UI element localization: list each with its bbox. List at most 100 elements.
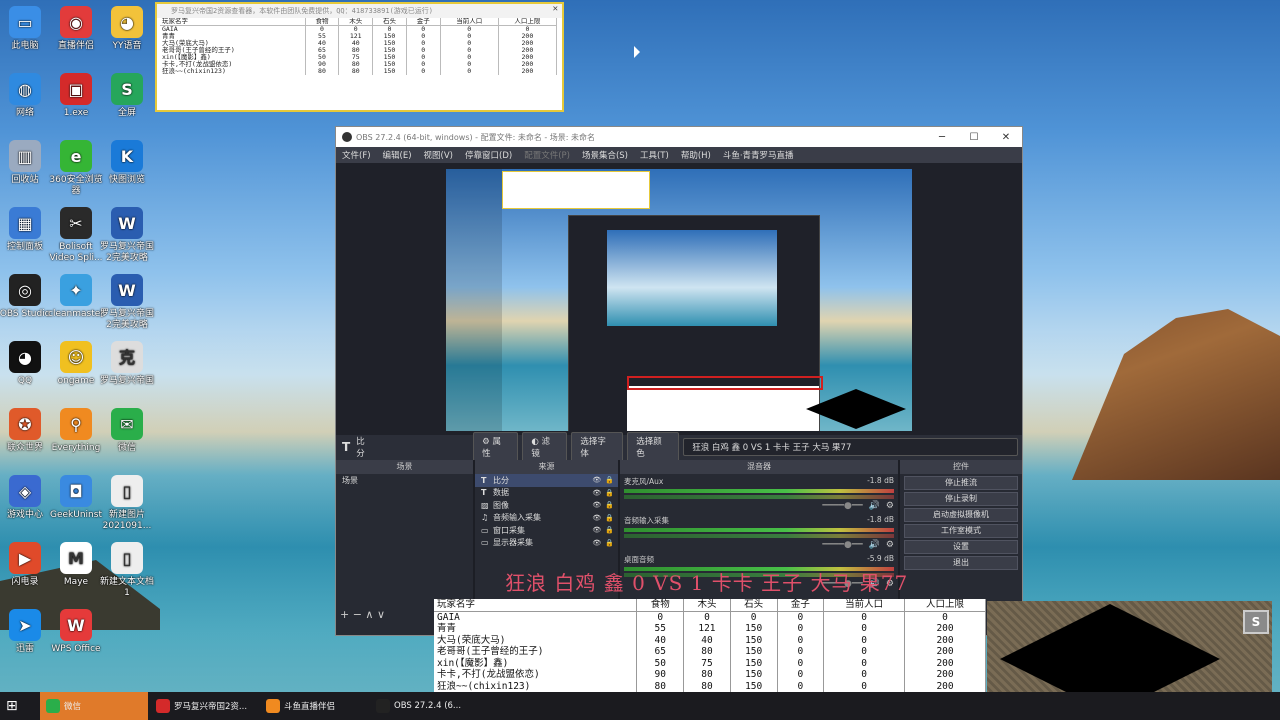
filters-button[interactable]: ◐ 滤镜 bbox=[522, 432, 568, 462]
desktop-icon[interactable]: ◈ 游戏中心 bbox=[0, 475, 54, 521]
lock-icon[interactable]: 🔒 bbox=[605, 514, 614, 522]
menu-item[interactable]: 文件(F) bbox=[336, 149, 377, 161]
menu-item[interactable]: 停靠窗口(D) bbox=[459, 149, 518, 161]
desktop-icon[interactable]: ▥ 回收站 bbox=[0, 140, 54, 186]
lock-icon[interactable]: 🔒 bbox=[605, 476, 614, 484]
eye-icon[interactable]: 👁 bbox=[592, 526, 601, 534]
desktop-icon[interactable]: e 360安全浏览器 bbox=[47, 140, 105, 197]
desktop-icon[interactable]: S 全屏 bbox=[98, 73, 156, 119]
volume-slider[interactable]: ━━━━●━━ bbox=[822, 540, 862, 550]
start-button[interactable]: ⊞ bbox=[0, 692, 38, 720]
source-item[interactable]: T 数据 👁 🔒 bbox=[475, 487, 618, 500]
eye-icon[interactable]: 👁 bbox=[592, 489, 601, 497]
desktop-icon[interactable]: ▭ 此电脑 bbox=[0, 6, 54, 52]
desktop-icon[interactable]: ◎ OBS Studio bbox=[0, 274, 54, 320]
eye-icon[interactable]: 👁 bbox=[592, 501, 601, 509]
obs-preview[interactable] bbox=[446, 169, 912, 431]
control-button[interactable]: 停止录制 bbox=[904, 492, 1018, 506]
properties-button[interactable]: ⚙ 属性 bbox=[473, 432, 519, 462]
menu-item[interactable]: 斗鱼·青青罗马直播 bbox=[717, 149, 800, 161]
desktop-icon[interactable]: W WPS Office bbox=[47, 609, 105, 655]
desktop-icon[interactable]: W 罗马复兴帝国2完美攻略 bbox=[98, 274, 156, 331]
menu-item[interactable]: 视图(V) bbox=[418, 149, 459, 161]
taskbar-item[interactable]: 微信 bbox=[40, 692, 148, 720]
source-item[interactable]: ▭ 窗口采集 👁 🔒 bbox=[475, 524, 618, 537]
app-icon: S bbox=[111, 73, 143, 105]
lock-icon[interactable]: 🔒 bbox=[605, 526, 614, 534]
desktop-icon[interactable]: ✦ cleanmaster bbox=[47, 274, 105, 320]
close-icon[interactable]: ✕ bbox=[553, 4, 558, 14]
taskbar-item[interactable]: OBS 27.2.4 (6... bbox=[370, 692, 478, 720]
desktop-icon[interactable]: 克罗马复兴帝国 bbox=[98, 341, 156, 387]
desktop-icon[interactable]: ▶ 闪电录 bbox=[0, 542, 54, 588]
menu-item[interactable]: 配置文件(P) bbox=[518, 149, 576, 161]
source-item[interactable]: T 比分 👁 🔒 bbox=[475, 474, 618, 487]
speaker-icon[interactable]: 🔊 bbox=[869, 501, 880, 511]
scene-item[interactable]: 场景 bbox=[336, 474, 473, 487]
taskbar-item[interactable]: 罗马复兴帝国2资... bbox=[150, 692, 258, 720]
table-row: 卡卡,不打(龙战盟依恋) 90 80 150 0 0 200 bbox=[434, 669, 986, 681]
maximize-icon[interactable]: ☐ bbox=[958, 127, 990, 147]
desktop-icon[interactable]: ◕ YY语音 bbox=[98, 6, 156, 52]
taskbar-item[interactable]: 斗鱼直播伴侣 bbox=[260, 692, 368, 720]
menu-item[interactable]: 帮助(H) bbox=[675, 149, 717, 161]
source-item[interactable]: ▭ 显示器采集 👁 🔒 bbox=[475, 537, 618, 550]
menu-item[interactable]: 场景集合(S) bbox=[576, 149, 634, 161]
game-s-button[interactable]: S bbox=[1243, 610, 1269, 634]
desktop-icon[interactable]: ◘ GeekUninst bbox=[47, 475, 105, 521]
scene-controls[interactable]: + − ∧ ∨ bbox=[340, 608, 385, 621]
select-font-button[interactable]: 选择字体 bbox=[571, 432, 624, 462]
eye-icon[interactable]: 👁 bbox=[592, 476, 601, 484]
source-item[interactable]: ♫ 音频输入采集 👁 🔒 bbox=[475, 512, 618, 525]
desktop-icon[interactable]: ◍ 网络 bbox=[0, 73, 54, 119]
table-cell: 0 bbox=[823, 657, 906, 669]
desktop-icon[interactable]: ▣ 1.exe bbox=[47, 73, 105, 119]
close-icon[interactable]: ✕ bbox=[990, 127, 1022, 147]
desktop-icon[interactable]: ⚲ Everything bbox=[47, 408, 105, 454]
preview-icons bbox=[446, 169, 502, 431]
lock-icon[interactable]: 🔒 bbox=[605, 539, 614, 547]
gear-icon[interactable]: ⚙ bbox=[886, 540, 894, 550]
resource-viewer-titlebar[interactable]: 罗马复兴帝国2资源查看器，本软件由团队免费提供，QQ：418733891(游戏已… bbox=[157, 4, 562, 18]
column-header: 当前人口 bbox=[823, 599, 906, 612]
desktop-icon[interactable]: K 快图浏览 bbox=[98, 140, 156, 186]
resource-viewer-window[interactable]: 罗马复兴帝国2资源查看器，本软件由团队免费提供，QQ：418733891(游戏已… bbox=[155, 2, 564, 112]
table-cell: 狂浪~~(chixin123) bbox=[160, 68, 306, 75]
speaker-icon[interactable]: 🔊 bbox=[869, 540, 880, 550]
select-color-button[interactable]: 选择颜色 bbox=[627, 432, 680, 462]
menu-item[interactable]: 工具(T) bbox=[634, 149, 675, 161]
desktop-icon[interactable]: ✉ 微信 bbox=[98, 408, 156, 454]
desktop-icon[interactable]: ✪ 联众世界 bbox=[0, 408, 54, 454]
source-item[interactable]: ▨ 图像 👁 🔒 bbox=[475, 499, 618, 512]
desktop-icon[interactable]: ➤ 迅雷 bbox=[0, 609, 54, 655]
lock-icon[interactable]: 🔒 bbox=[605, 501, 614, 509]
control-button[interactable]: 工作室模式 bbox=[904, 524, 1018, 538]
preview-stat-window bbox=[502, 171, 650, 209]
desktop-icon[interactable]: W 罗马复兴帝国2完美攻略 bbox=[98, 207, 156, 264]
desktop-icon[interactable]: ☺ ongame bbox=[47, 341, 105, 387]
eye-icon[interactable]: 👁 bbox=[592, 539, 601, 547]
eye-icon[interactable]: 👁 bbox=[592, 514, 601, 522]
desktop-icon[interactable]: ✂ Bolisoft Video Spli... bbox=[47, 207, 105, 264]
column-header: 食物 bbox=[636, 599, 685, 612]
minimize-icon[interactable]: ─ bbox=[926, 127, 958, 147]
control-button[interactable]: 退出 bbox=[904, 556, 1018, 570]
desktop-icon[interactable]: ▦ 控制面板 bbox=[0, 207, 54, 253]
desktop-icon[interactable]: ▯ 新建文本文档1 bbox=[98, 542, 156, 599]
obs-window[interactable]: OBS 27.2.4 (64-bit, windows) - 配置文件: 未命名… bbox=[335, 126, 1023, 636]
lock-icon[interactable]: 🔒 bbox=[605, 489, 614, 497]
desktop-icon[interactable]: M Maye bbox=[47, 542, 105, 588]
volume-slider[interactable]: ━━━━●━━ bbox=[822, 501, 862, 511]
table-cell: 80 bbox=[683, 680, 731, 692]
desktop-icon[interactable]: ◉ 直播伴侣 bbox=[47, 6, 105, 52]
menu-item[interactable]: 编辑(E) bbox=[377, 149, 418, 161]
source-text-field[interactable]: 狂浪 白鸡 鑫 0 VS 1 卡卡 王子 大马 果77 bbox=[683, 438, 1018, 456]
control-button[interactable]: 设置 bbox=[904, 540, 1018, 554]
desktop-icon[interactable]: ◕ QQ bbox=[0, 341, 54, 387]
obs-titlebar[interactable]: OBS 27.2.4 (64-bit, windows) - 配置文件: 未命名… bbox=[336, 127, 1022, 147]
gear-icon[interactable]: ⚙ bbox=[886, 501, 894, 511]
control-button[interactable]: 启动虚拟摄像机 bbox=[904, 508, 1018, 522]
desktop-icon[interactable]: ▯ 新建图片2021091... bbox=[98, 475, 156, 532]
table-cell: 狂浪~~(chixin123) bbox=[434, 680, 638, 692]
control-button[interactable]: 停止推流 bbox=[904, 476, 1018, 490]
